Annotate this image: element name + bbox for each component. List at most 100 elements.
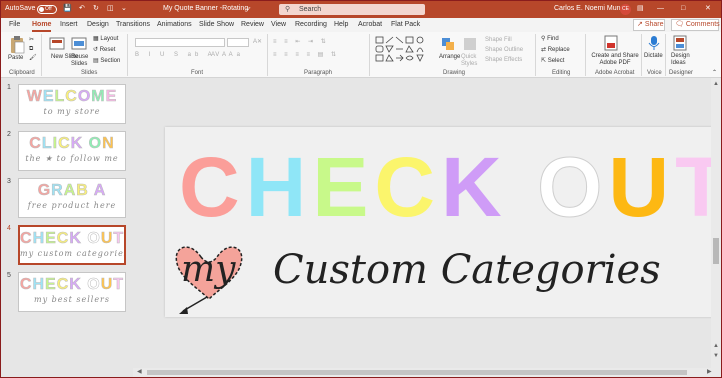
tab-help[interactable]: Help — [334, 20, 348, 30]
copy-icon[interactable]: ⧉ — [29, 46, 33, 53]
heart-word: my — [181, 249, 236, 290]
align-icons[interactable]: ≡ ≡ ≡ ≡ ▤ ⇅ — [273, 52, 339, 59]
thumbnail-letter: O — [88, 135, 103, 153]
dictate-label[interactable]: Dictate — [644, 53, 663, 60]
find-label: Find — [547, 36, 559, 42]
previous-slide-icon[interactable]: ▲ — [713, 342, 719, 350]
undo-icon[interactable]: ↶ — [79, 4, 85, 14]
reset-button[interactable]: ↺ Reset — [93, 47, 115, 54]
slide-thumbnail-title: CHECK OUT — [20, 229, 124, 249]
scroll-up-icon[interactable]: ▲ — [713, 80, 719, 88]
tab-view[interactable]: View — [271, 20, 286, 30]
microphone-icon[interactable] — [648, 35, 660, 51]
quick-styles-label[interactable]: Quick Styles — [461, 54, 479, 68]
tab-animations[interactable]: Animations — [157, 20, 192, 30]
thumbnail-letter: O — [87, 230, 101, 248]
slide-headline[interactable]: CHECK OUT — [179, 139, 721, 235]
horizontal-scroll-thumb[interactable] — [147, 370, 687, 375]
tab-transitions[interactable]: Transitions — [116, 20, 150, 30]
thumbnail-letter: C — [29, 135, 42, 153]
avatar[interactable]: CE — [620, 4, 631, 15]
reuse-slides-label[interactable]: Reuse Slides — [71, 54, 91, 68]
adobe-pdf-icon[interactable] — [604, 35, 618, 51]
format-painter-icon[interactable]: 🖌 — [29, 55, 37, 62]
powerpoint-window: AutoSave Off 💾 ↶ ↻ ◫ ⌄ My Quote Banner -… — [1, 1, 721, 377]
next-slide-icon[interactable]: ▼ — [713, 352, 719, 360]
thumbnail-letter: L — [41, 135, 53, 153]
replace-button[interactable]: ⇄ Replace — [541, 47, 570, 54]
tab-home[interactable]: Home — [32, 20, 52, 32]
shape-outline-label[interactable]: Shape Outline — [485, 47, 523, 54]
quick-styles-icon[interactable] — [463, 37, 477, 51]
tab-acrobat[interactable]: Acrobat — [358, 20, 382, 30]
slide-thumbnail-1[interactable]: WELCOME to my store — [18, 84, 126, 124]
slide-thumbnail-5[interactable]: CHECK OUT my best sellers — [18, 272, 126, 312]
new-slide-icon[interactable] — [49, 37, 65, 51]
headline-letter: K — [441, 140, 508, 234]
scroll-left-icon[interactable]: ◀ — [137, 368, 142, 376]
paste-label[interactable]: Paste — [8, 55, 23, 62]
tab-file[interactable]: File — [9, 20, 20, 30]
clear-format-icon[interactable]: A✕ — [253, 39, 262, 46]
vertical-scroll-thumb[interactable] — [713, 238, 719, 264]
reuse-slides-icon[interactable] — [71, 37, 87, 51]
comments-button[interactable]: 🗨 Comments — [671, 19, 720, 31]
tab-design[interactable]: Design — [87, 20, 109, 30]
arrange-label[interactable]: Arrange — [439, 54, 460, 61]
ribbon-display-icon[interactable]: ▤ — [637, 4, 644, 14]
drawing-group-label: Drawing — [443, 70, 466, 76]
cut-icon[interactable]: ✂ — [29, 37, 34, 44]
thumbnail-letter: E — [42, 88, 55, 106]
slide-thumbnail-2[interactable]: CLICK ON the ★ to follow me — [18, 131, 126, 171]
section-button[interactable]: ▤ Section — [93, 58, 120, 65]
reset-label: Reset — [99, 47, 116, 53]
autosave-toggle[interactable]: Off — [37, 5, 57, 14]
thumbnail-letter: C — [20, 230, 33, 248]
save-icon[interactable]: 💾 — [63, 4, 72, 14]
slide-thumbnail-3[interactable]: GRAB A free product here — [18, 178, 126, 218]
search-box[interactable]: ⚲ Search — [279, 4, 425, 15]
user-name[interactable]: Carlos E. Noemi Munoz — [554, 4, 628, 14]
tab-review[interactable]: Review — [241, 20, 264, 30]
tab-insert[interactable]: Insert — [60, 20, 78, 30]
shape-fill-label[interactable]: Shape Fill — [485, 37, 512, 44]
minimize-icon[interactable]: — — [657, 4, 664, 14]
vertical-scrollbar[interactable]: ▲ ▲ ▼ — [711, 78, 721, 368]
clipboard-group-label: Clipboard — [9, 70, 35, 76]
shape-effects-label[interactable]: Shape Effects — [485, 57, 522, 64]
find-button[interactable]: ⚲ Find — [541, 36, 559, 43]
present-icon[interactable]: ◫ — [107, 4, 114, 14]
horizontal-scrollbar[interactable]: ◀ ▶ — [133, 368, 721, 377]
title-bar: AutoSave Off 💾 ↶ ↻ ◫ ⌄ My Quote Banner -… — [1, 1, 721, 18]
list-icons[interactable]: ≡ ≡ ⇤ ⇥ ⇅ — [273, 39, 329, 46]
share-button[interactable]: ↗ Share — [633, 19, 665, 31]
slide-subtitle[interactable]: Custom Categories — [273, 245, 661, 295]
scroll-right-icon[interactable]: ▶ — [707, 368, 712, 376]
title-dropdown-icon[interactable]: ⌄ — [245, 4, 251, 14]
paste-icon[interactable] — [9, 36, 25, 54]
close-icon[interactable]: ✕ — [705, 4, 711, 14]
thumbnail-letter: U — [100, 230, 114, 248]
design-ideas-icon[interactable] — [673, 35, 687, 51]
font-name-input[interactable] — [135, 38, 225, 47]
tab-slide-show[interactable]: Slide Show — [199, 20, 234, 30]
layout-button[interactable]: ▦ Layout — [93, 36, 118, 43]
customize-toolbar-icon[interactable]: ⌄ — [121, 4, 127, 14]
select-button[interactable]: ⇱ Select — [541, 58, 564, 65]
paragraph-group-label: Paragraph — [304, 70, 333, 76]
design-ideas-label[interactable]: Design Ideas — [671, 53, 693, 67]
headline-letter: U — [608, 140, 676, 234]
arrange-icon[interactable] — [441, 37, 455, 51]
shapes-gallery[interactable] — [375, 36, 429, 66]
font-size-input[interactable] — [227, 38, 249, 47]
slide-thumbnail-4[interactable]: CHECK OUT my custom categories — [18, 225, 126, 265]
font-color-icons[interactable]: A A — [211, 52, 229, 59]
create-share-pdf-label[interactable]: Create and Share Adobe PDF — [591, 53, 639, 67]
tab-flat-pack[interactable]: Flat Pack — [391, 20, 420, 30]
slide-thumbnail-subtitle: my custom categories — [20, 249, 126, 258]
redo-icon[interactable]: ↻ — [93, 4, 99, 14]
tab-recording[interactable]: Recording — [295, 20, 327, 30]
collapse-ribbon-icon[interactable]: ⌃ — [712, 70, 717, 77]
maximize-icon[interactable]: □ — [681, 4, 685, 14]
current-slide[interactable]: CHECK OUT my Custom Categories — [165, 127, 721, 317]
